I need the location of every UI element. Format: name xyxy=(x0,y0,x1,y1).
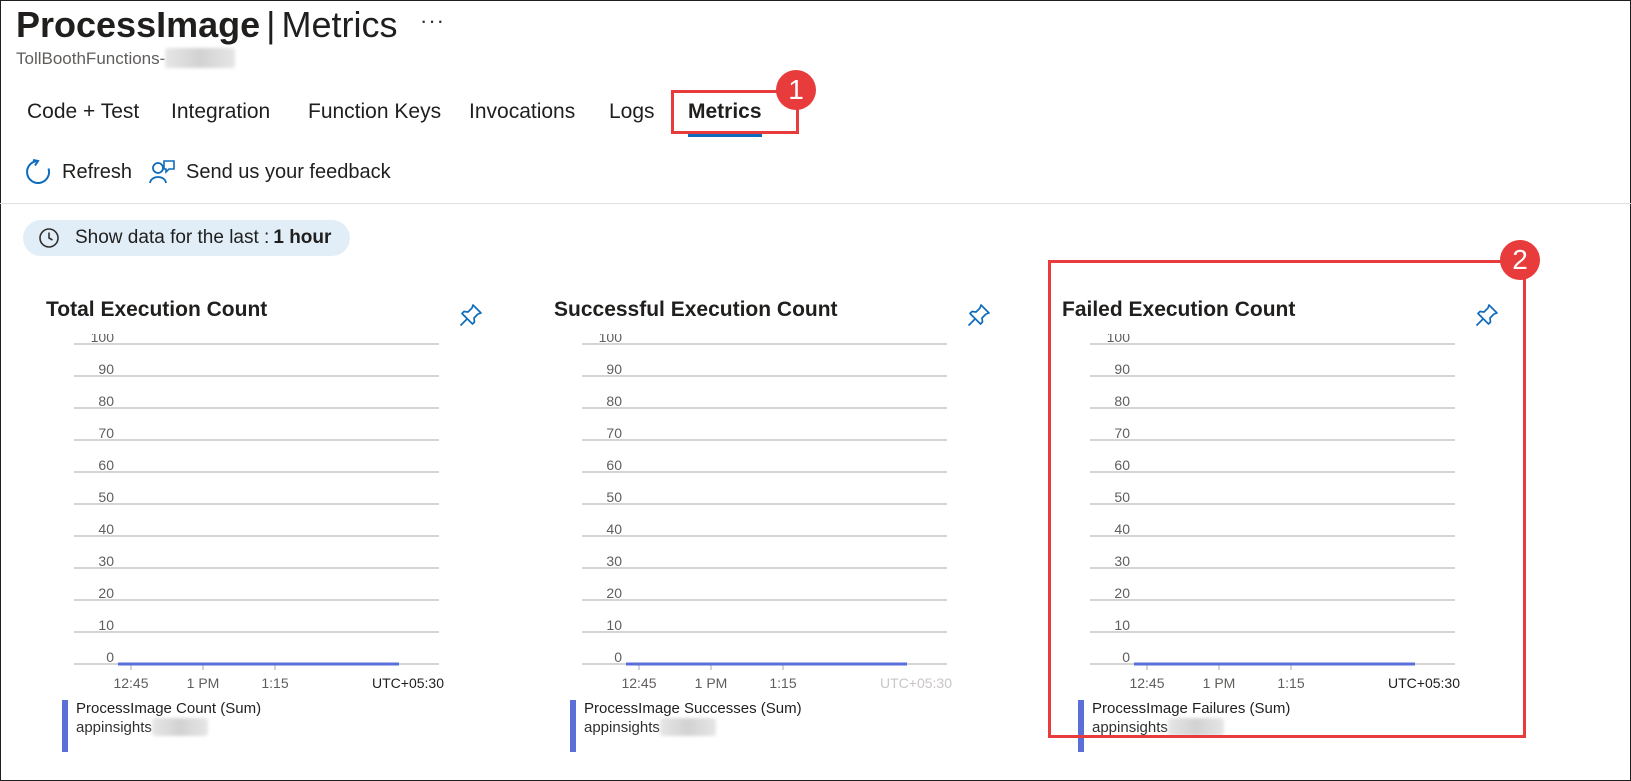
y-tick-label: 50 xyxy=(98,489,114,505)
resource-subtitle: TollBoothFunctions- xyxy=(16,48,236,69)
x-tick-label: 1:15 xyxy=(261,675,288,691)
pin-icon xyxy=(459,304,482,327)
x-tick-label: 12:45 xyxy=(621,675,656,691)
pin-to-dashboard-button[interactable] xyxy=(966,302,992,333)
redacted-text xyxy=(659,718,716,736)
page-title: ProcessImage | Metrics xyxy=(16,4,398,45)
y-tick-label: 10 xyxy=(606,617,622,633)
feedback-label: Send us your feedback xyxy=(186,160,391,183)
y-tick-label: 60 xyxy=(606,457,622,473)
legend-series-name: ProcessImage Successes (Sum) xyxy=(584,700,802,717)
time-range-label: Show data for the last : xyxy=(75,227,270,248)
refresh-icon xyxy=(26,159,51,184)
pin-to-dashboard-button[interactable] xyxy=(458,302,484,333)
y-tick-label: 40 xyxy=(98,521,114,537)
redacted-text xyxy=(165,48,236,68)
y-tick-label: 90 xyxy=(606,361,622,377)
y-tick-label: 60 xyxy=(98,457,114,473)
redacted-text xyxy=(151,718,208,736)
callout-badge-1: 1 xyxy=(776,70,816,110)
header-divider xyxy=(0,203,1631,204)
pin-icon xyxy=(967,304,990,327)
legend-source: appinsights xyxy=(76,718,208,736)
tab-invocations[interactable]: Invocations xyxy=(469,92,575,132)
tab-function-keys[interactable]: Function Keys xyxy=(308,92,441,132)
chart-area: 100908070605040302010012:45 1 PM 1:15 UTC+0… xyxy=(74,334,444,691)
refresh-label: Refresh xyxy=(62,160,133,183)
legend-source: appinsights xyxy=(584,718,716,736)
y-tick-label: 70 xyxy=(606,425,622,441)
y-tick-label: 30 xyxy=(98,553,114,569)
feedback-icon xyxy=(149,160,175,184)
y-tick-label: 30 xyxy=(606,553,622,569)
refresh-button[interactable]: Refresh xyxy=(24,158,132,186)
legend-color-swatch xyxy=(62,700,68,752)
y-tick-label: 20 xyxy=(98,585,114,601)
y-tick-label: 40 xyxy=(606,521,622,537)
y-tick-label: 20 xyxy=(606,585,622,601)
y-tick-label: 100 xyxy=(599,334,623,345)
time-range-filter[interactable]: Show data for the last : 1 hour xyxy=(23,220,350,256)
chart-title: Successful Execution Count xyxy=(554,298,838,321)
y-tick-label: 0 xyxy=(106,649,114,665)
time-range-value: 1 hour xyxy=(273,227,332,248)
callout-box-failed-card xyxy=(1048,260,1526,738)
y-tick-label: 100 xyxy=(91,334,115,345)
y-tick-label: 0 xyxy=(614,649,622,665)
y-tick-label: 50 xyxy=(606,489,622,505)
y-tick-label: 90 xyxy=(98,361,114,377)
x-tick-label: 1:15 xyxy=(769,675,796,691)
y-tick-label: 80 xyxy=(606,393,622,409)
tab-integration[interactable]: Integration xyxy=(171,92,270,132)
x-tick-label: 12:45 xyxy=(113,675,148,691)
y-tick-label: 80 xyxy=(98,393,114,409)
chart-area: 100908070605040302010012:45 1 PM 1:15 UTC+0… xyxy=(582,334,952,691)
legend-color-swatch xyxy=(570,700,576,752)
timezone-label: UTC+05:30 xyxy=(880,675,952,691)
legend-series-name: ProcessImage Count (Sum) xyxy=(76,700,262,717)
y-tick-label: 70 xyxy=(98,425,114,441)
active-tab-indicator xyxy=(688,134,762,137)
timezone-label: UTC+05:30 xyxy=(372,675,444,691)
x-tick-label: 1 PM xyxy=(187,675,220,691)
y-tick-label: 10 xyxy=(98,617,114,633)
tab-logs[interactable]: Logs xyxy=(609,92,655,132)
x-tick-label: 1 PM xyxy=(695,675,728,691)
more-options-button[interactable]: ··· xyxy=(420,8,445,34)
metric-card-successful: Successful Execution Count 100 90 80 70 60 50… xyxy=(554,290,1034,770)
callout-badge-2: 2 xyxy=(1500,240,1540,280)
metric-card-total: Total Execution Count 100 90 80 70 60 50 40 30 2… xyxy=(46,290,526,770)
chart-title: Total Execution Count xyxy=(46,298,268,321)
clock-icon xyxy=(39,228,59,248)
tab-code-test[interactable]: Code + Test xyxy=(27,92,139,132)
feedback-button[interactable]: Send us your feedback xyxy=(148,158,391,186)
